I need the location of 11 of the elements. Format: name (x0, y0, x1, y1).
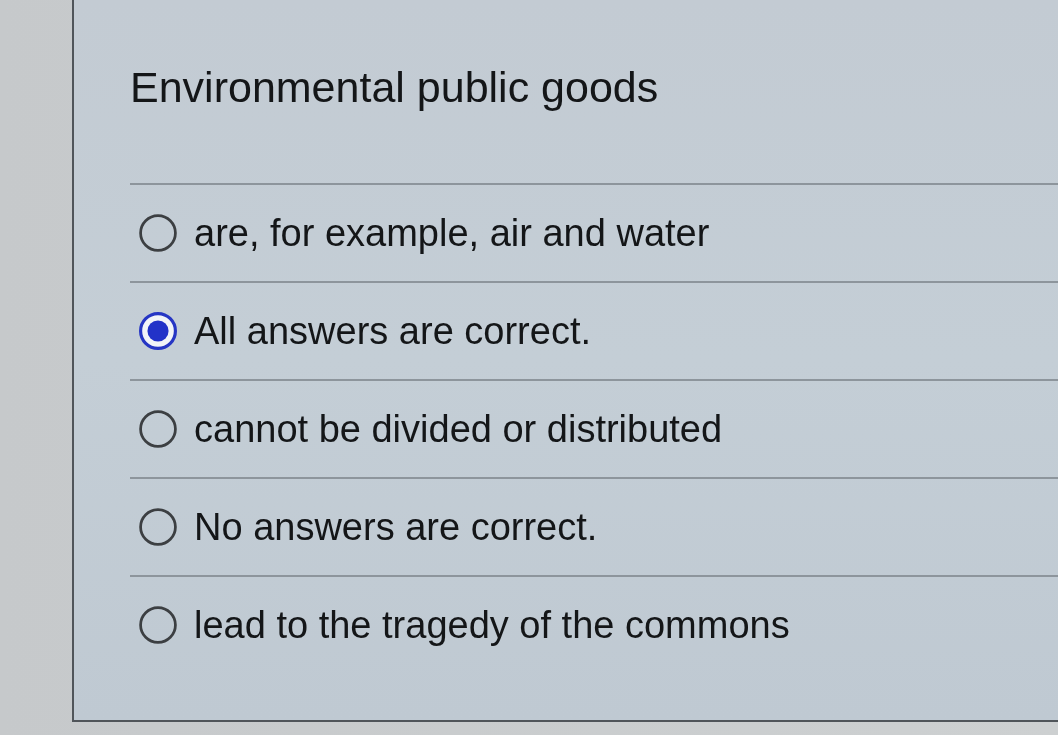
option-label: No answers are correct. (194, 505, 598, 550)
option-label: lead to the tragedy of the commons (194, 603, 790, 648)
radio-button[interactable] (139, 410, 177, 448)
radio-button[interactable] (139, 312, 177, 350)
radio-button[interactable] (139, 214, 177, 252)
question-title: Environmental public goods (130, 62, 659, 113)
radio-button[interactable] (139, 606, 177, 644)
option-label: cannot be divided or distributed (194, 407, 723, 452)
option-label: All answers are correct. (194, 309, 591, 354)
radio-button[interactable] (139, 508, 177, 546)
option-label: are, for example, air and water (194, 211, 710, 256)
